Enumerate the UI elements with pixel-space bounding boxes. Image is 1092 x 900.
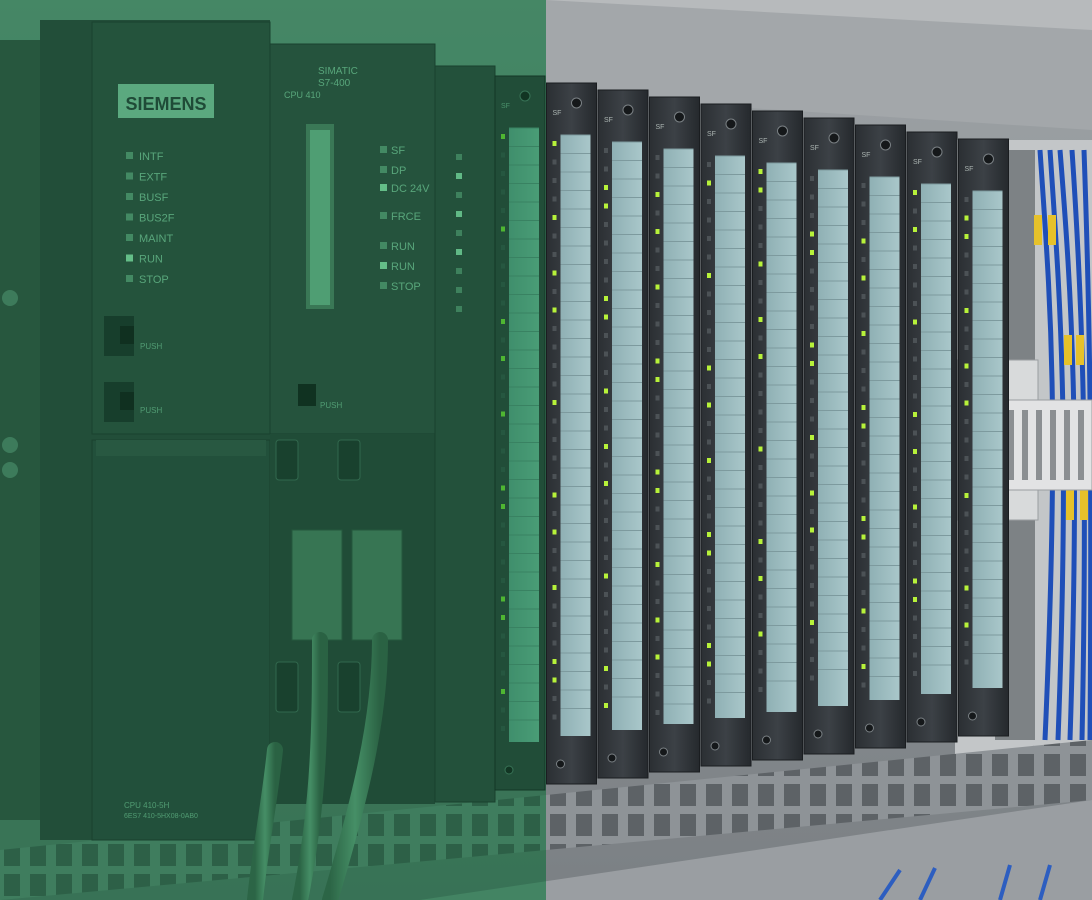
- led-label: EXTF: [139, 172, 167, 184]
- status-led: [456, 287, 462, 293]
- cpu-upper-panel: [91, 21, 271, 435]
- io-module: SF: [752, 110, 803, 761]
- status-led: [456, 192, 462, 198]
- io-module-header: SF: [810, 145, 819, 152]
- io-module-header: SF: [759, 138, 768, 145]
- status-led: [380, 166, 387, 173]
- status-led: [456, 268, 462, 274]
- simatic-cpu-name: CPU 410: [284, 90, 321, 100]
- io-module: SF: [855, 124, 906, 749]
- narrow-module-leds: [456, 154, 462, 312]
- led-label: RUN: [139, 254, 163, 266]
- led-label: DC 24V: [391, 183, 430, 195]
- io-module-header: SF: [913, 159, 922, 166]
- led-label: FRCE: [391, 211, 421, 223]
- cpu-order-number: 6ES7 410-5HX08-0AB0: [124, 813, 198, 820]
- status-led: [126, 213, 133, 221]
- cpu-footer-label: CPU 410-5H: [124, 801, 170, 810]
- status-led: [456, 249, 462, 255]
- status-led: [126, 193, 133, 200]
- led-label: INTF: [139, 151, 164, 163]
- io-module-header: SF: [501, 103, 510, 110]
- io-module: SF: [803, 117, 855, 755]
- status-led: [456, 230, 462, 236]
- push-label-2: PUSH: [140, 406, 162, 415]
- status-led: [126, 234, 133, 241]
- cpu-lower-door: [91, 439, 271, 841]
- siemens-logo: SIEMENS: [125, 94, 206, 114]
- status-led: [126, 172, 133, 180]
- io-module-header: SF: [862, 152, 871, 159]
- status-led: [456, 173, 462, 179]
- din-rail-left: [0, 40, 40, 820]
- led-label: MAINT: [139, 233, 174, 245]
- led-label: RUN: [391, 261, 415, 273]
- memory-card-slot: [298, 384, 316, 406]
- io-module-header: SF: [965, 166, 974, 173]
- status-led: [380, 282, 387, 289]
- io-module-header: SF: [707, 131, 716, 138]
- status-led: [380, 212, 387, 219]
- status-led: [126, 254, 133, 262]
- led-label: DP: [391, 165, 406, 177]
- simatic-model: S7-400: [318, 78, 351, 89]
- io-module: SF: [597, 89, 649, 779]
- status-led: [456, 306, 462, 312]
- status-led: [380, 262, 387, 269]
- narrow-module: [434, 65, 496, 803]
- io-module: SF: [494, 75, 546, 791]
- status-led: [380, 184, 387, 191]
- led-label: STOP: [391, 281, 421, 293]
- simatic-module: [269, 43, 436, 435]
- push-label-1: PUSH: [140, 342, 162, 351]
- status-led: [380, 242, 387, 249]
- simatic-series: SIMATIC: [318, 66, 358, 77]
- io-module: SF: [958, 138, 1009, 737]
- led-label: RUN: [391, 241, 415, 253]
- door-handle: [96, 440, 266, 456]
- io-module: SF: [906, 131, 958, 743]
- io-module-header: SF: [604, 117, 613, 124]
- status-led: [380, 146, 387, 153]
- memory-push-label: PUSH: [320, 401, 342, 410]
- led-label: BUSF: [139, 192, 169, 204]
- io-module-header: SF: [553, 110, 562, 117]
- led-label: SF: [391, 145, 405, 157]
- io-module: SF: [649, 96, 700, 773]
- status-led: [456, 211, 462, 217]
- io-module: SF: [546, 82, 597, 785]
- photo-canvas: SIEMENS INTF EXTF BUSF BUS2F MAINT RUN STOP PU…: [0, 0, 1092, 900]
- led-label: STOP: [139, 274, 169, 286]
- status-led: [126, 152, 133, 159]
- io-module-header: SF: [656, 124, 665, 131]
- plc-cabinet-photo: SIEMENS INTF EXTF BUSF BUS2F MAINT RUN STOP PU…: [0, 0, 1092, 900]
- status-led: [456, 154, 462, 160]
- io-module: SF: [700, 103, 752, 767]
- status-led: [126, 275, 133, 282]
- led-label: BUS2F: [139, 213, 175, 225]
